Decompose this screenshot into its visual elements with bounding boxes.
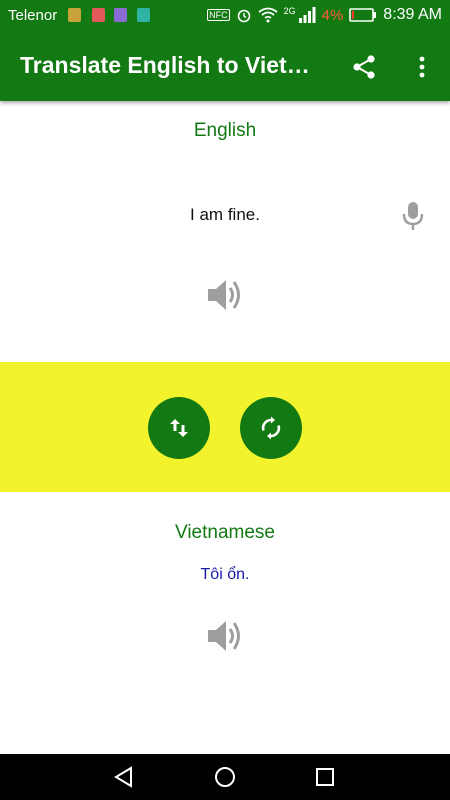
clock: 8:39 AM bbox=[383, 6, 442, 23]
overflow-menu-button[interactable] bbox=[414, 53, 430, 81]
translated-text: Tôi ổn. bbox=[200, 566, 250, 583]
back-button[interactable] bbox=[112, 765, 136, 789]
voice-input-button[interactable] bbox=[401, 200, 425, 232]
home-button[interactable] bbox=[213, 765, 237, 789]
wifi-icon bbox=[258, 7, 278, 23]
back-triangle-icon bbox=[114, 766, 132, 788]
network-type-label: 2G bbox=[283, 6, 296, 16]
battery-percent: 4% bbox=[321, 6, 344, 24]
swap-vertical-icon bbox=[170, 419, 188, 437]
speaker-icon bbox=[208, 621, 240, 651]
more-vert-icon bbox=[419, 56, 425, 78]
swap-languages-button[interactable] bbox=[148, 397, 210, 459]
system-nav-bar bbox=[0, 754, 450, 800]
nfc-icon: NFC bbox=[207, 9, 230, 21]
battery-icon bbox=[349, 8, 377, 22]
gallery-notification-icon bbox=[114, 8, 127, 22]
status-indicators: NFC 2G 4% 8:39 AM bbox=[207, 6, 442, 24]
app-title: Translate English to Vietnamese bbox=[20, 52, 320, 78]
translate-button[interactable] bbox=[240, 397, 302, 459]
status-bar: Telenor NFC 2G 4% 8:39 AM bbox=[0, 0, 450, 31]
carrier-label: Telenor bbox=[8, 7, 58, 24]
signal-icon bbox=[298, 7, 316, 23]
home-circle-icon bbox=[215, 767, 235, 787]
app-bar: Translate English to Vietnamese bbox=[0, 31, 450, 101]
target-speak-button[interactable] bbox=[204, 617, 246, 655]
recents-button[interactable] bbox=[313, 765, 337, 789]
source-speak-button[interactable] bbox=[204, 276, 246, 314]
recent-square-icon bbox=[316, 768, 334, 786]
app-notification-icon bbox=[92, 8, 105, 22]
target-language-label[interactable]: Vietnamese bbox=[0, 522, 450, 544]
action-band bbox=[0, 362, 450, 492]
refresh-icon bbox=[261, 416, 281, 440]
mic-icon bbox=[402, 202, 424, 230]
cleaner-notification-icon bbox=[68, 8, 81, 22]
speaker-icon bbox=[208, 280, 240, 310]
share-icon bbox=[353, 55, 375, 79]
download-notification-icon bbox=[137, 8, 150, 22]
share-button[interactable] bbox=[350, 53, 378, 81]
source-text-input[interactable]: I am fine. bbox=[0, 205, 450, 225]
source-language-label[interactable]: English bbox=[0, 120, 450, 142]
alarm-icon bbox=[237, 9, 250, 23]
